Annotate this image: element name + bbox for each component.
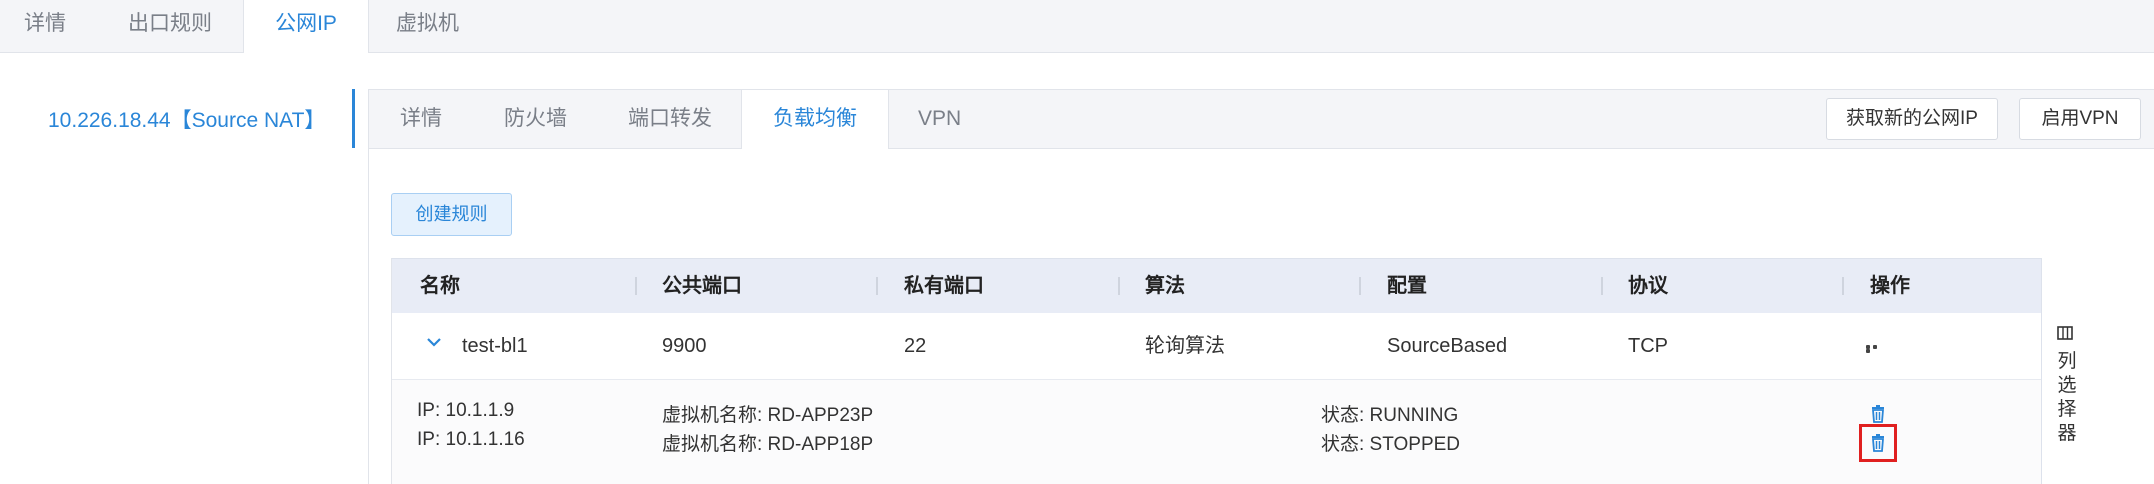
chevron-down-icon[interactable] — [426, 334, 442, 350]
column-resizer[interactable] — [1842, 277, 1844, 295]
expanded-row: IP: 10.1.1.9 虚拟机名称: RD-APP23P 状态: RUNNIN… — [392, 380, 2042, 484]
tab-firewall[interactable]: 防火墙 — [504, 90, 567, 148]
tab-ip-details[interactable]: 详情 — [400, 90, 442, 148]
cell-protocol: TCP — [1628, 335, 1668, 357]
tab-vm[interactable]: 虚拟机 — [396, 0, 459, 52]
member-ip: IP: 10.1.1.9 — [417, 400, 515, 421]
columns-icon — [2057, 326, 2073, 340]
tab-load-balancing[interactable]: 负载均衡 — [741, 90, 889, 149]
column-header-config[interactable]: 配置 — [1387, 259, 1427, 313]
column-header-actions: 操作 — [1870, 275, 1910, 297]
create-rule-button[interactable]: 创建规则 — [391, 193, 512, 236]
member-vm-name: 虚拟机名称: RD-APP23P — [662, 405, 874, 426]
table-header: 名称 公共端口 私有端口 算法 配置 协议 操作 — [392, 258, 2042, 314]
column-resizer[interactable] — [1118, 277, 1120, 295]
column-resizer[interactable] — [635, 277, 637, 295]
tab-egress-rules[interactable]: 出口规则 — [128, 0, 212, 52]
member-vm-name: 虚拟机名称: RD-APP18P — [662, 434, 874, 455]
column-resizer[interactable] — [1601, 277, 1603, 295]
enable-vpn-button[interactable]: 启用VPN — [2019, 98, 2141, 140]
column-resizer[interactable] — [1359, 277, 1361, 295]
ip-detail-panel: 详情 防火墙 端口转发 负载均衡 VPN 获取新的公网IP 启用VPN 创建规则… — [369, 89, 2154, 484]
delete-icon[interactable] — [1859, 424, 1897, 462]
cell-name: test-bl1 — [462, 335, 528, 357]
ip-selected-indicator — [352, 89, 355, 148]
cell-algorithm: 轮询算法 — [1145, 335, 1225, 357]
column-chooser-label: 列选择器 — [2057, 351, 2077, 444]
column-header-public-port[interactable]: 公共端口 — [662, 259, 742, 313]
tab-public-ip[interactable]: 公网IP — [243, 0, 369, 53]
table-row: test-bl1 9900 22 轮询算法 SourceBased TCP — [392, 313, 2042, 380]
tab-details[interactable]: 详情 — [24, 0, 66, 52]
column-chooser[interactable]: 列选择器 — [2041, 258, 2092, 484]
inner-tab-bar: 详情 防火墙 端口转发 负载均衡 VPN 获取新的公网IP 启用VPN — [369, 89, 2154, 149]
more-actions-icon[interactable] — [1866, 345, 1884, 353]
cell-config: SourceBased — [1387, 335, 1508, 357]
column-header-algorithm[interactable]: 算法 — [1145, 259, 1185, 313]
column-resizer[interactable] — [876, 277, 878, 295]
member-ip: IP: 10.1.1.16 — [417, 429, 525, 450]
top-tab-bar: 详情 出口规则 公网IP 虚拟机 — [0, 0, 2154, 53]
column-header-protocol[interactable]: 协议 — [1628, 259, 1668, 313]
lb-rules-table: 名称 公共端口 私有端口 算法 配置 协议 操作 test-bl1 9900 2… — [391, 258, 2042, 484]
column-header-name[interactable]: 名称 — [420, 259, 460, 313]
cell-private-port: 22 — [904, 335, 927, 357]
ip-list-item[interactable]: 10.226.18.44【Source NAT】 — [48, 104, 325, 134]
tab-vpn[interactable]: VPN — [918, 90, 961, 148]
tab-port-forwarding[interactable]: 端口转发 — [628, 90, 712, 148]
acquire-ip-button[interactable]: 获取新的公网IP — [1826, 98, 1998, 140]
member-status: 状态: STOPPED — [1321, 434, 1461, 455]
delete-icon[interactable] — [1868, 404, 1888, 424]
member-status: 状态: RUNNING — [1321, 405, 1459, 426]
column-header-private-port[interactable]: 私有端口 — [904, 259, 984, 313]
cell-public-port: 9900 — [662, 335, 707, 357]
